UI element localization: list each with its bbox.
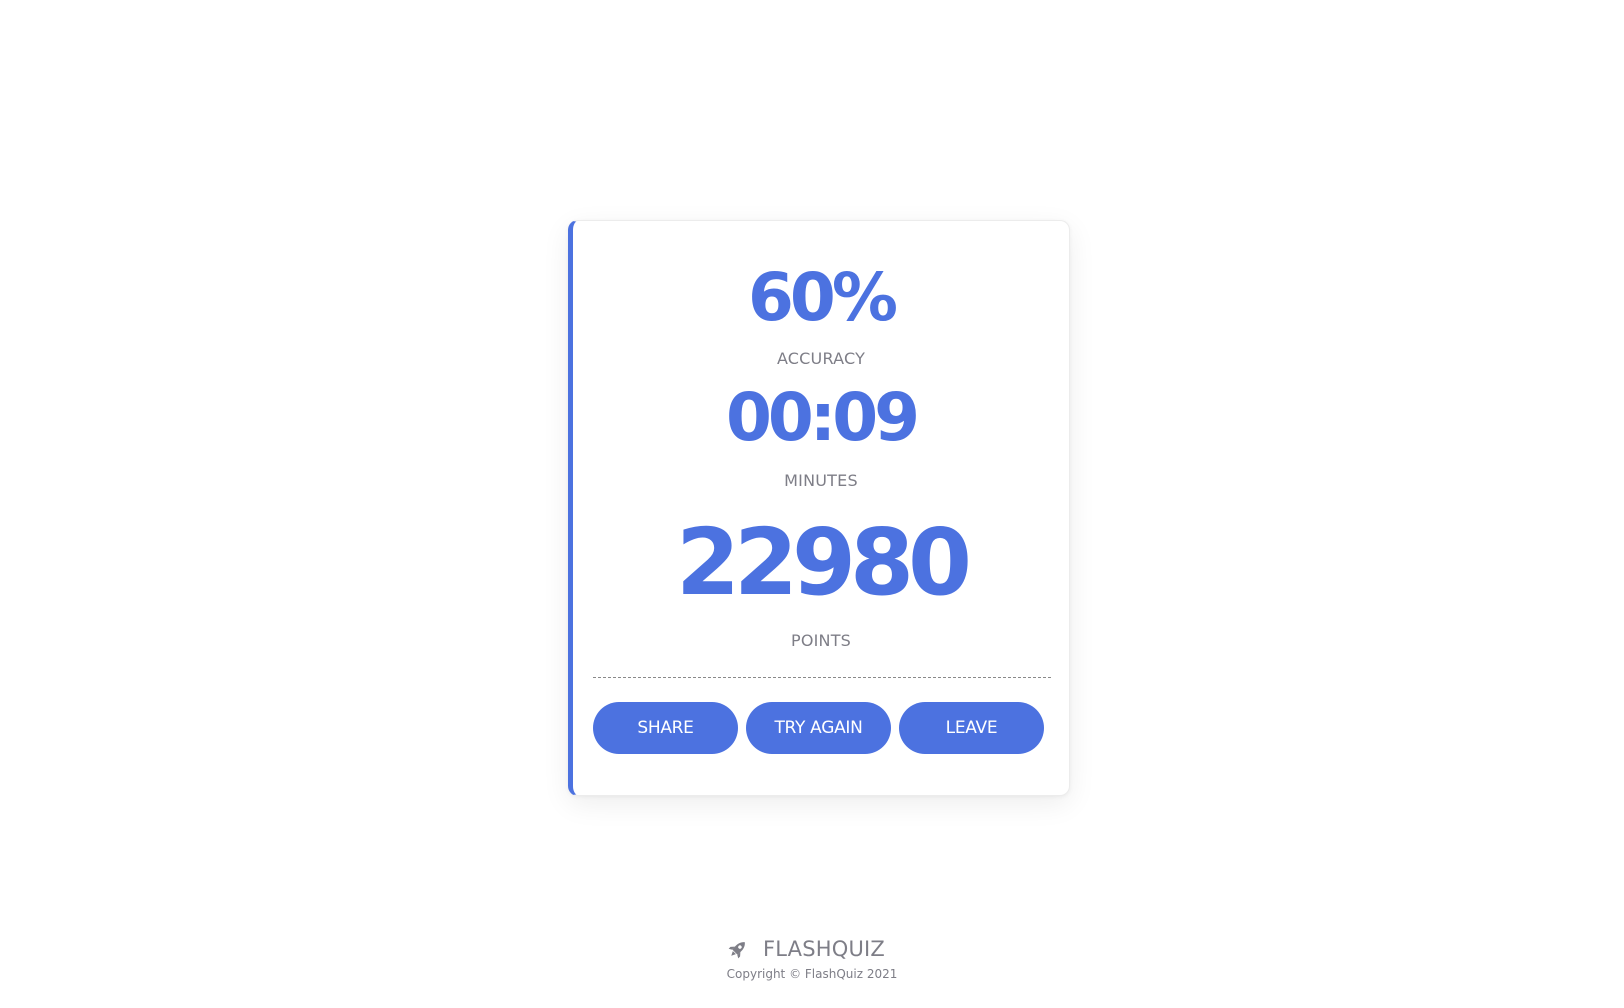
- footer-brand: FLASHQUIZ: [0, 934, 1624, 964]
- time-value: 00:09: [725, 379, 920, 456]
- points-value: 22980: [675, 509, 972, 616]
- results-card: 60% ACCURACY 00:09 MINUTES 22980 POINTS …: [568, 220, 1070, 796]
- dashed-divider: [593, 677, 1051, 678]
- time-label: MINUTES: [784, 471, 858, 490]
- results-page: 60% ACCURACY 00:09 MINUTES 22980 POINTS …: [0, 0, 1624, 1008]
- accuracy-label: ACCURACY: [776, 349, 866, 368]
- leave-button[interactable]: LEAVE: [899, 702, 1044, 754]
- brand-name: FLASHQUIZ: [762, 937, 886, 961]
- action-buttons: SHARE TRY AGAIN LEAVE: [593, 702, 1053, 754]
- accuracy-value: 60%: [748, 259, 898, 336]
- copyright-text: Copyright © FlashQuiz 2021: [726, 967, 898, 981]
- try-again-button[interactable]: TRY AGAIN: [746, 702, 891, 754]
- rocket-icon: [728, 942, 745, 959]
- share-button[interactable]: SHARE: [593, 702, 738, 754]
- points-label: POINTS: [790, 631, 852, 650]
